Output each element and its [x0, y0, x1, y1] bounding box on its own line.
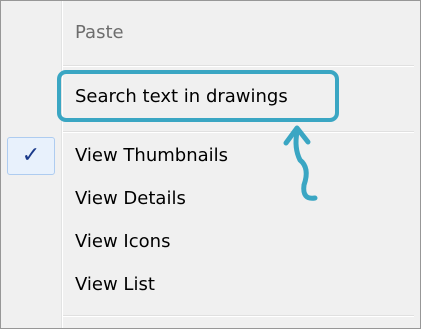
- menu-separator-highlight: [63, 66, 414, 67]
- menu-item-view-details[interactable]: View Details: [75, 181, 186, 217]
- menu-item-view-list[interactable]: View List: [75, 267, 155, 303]
- highlight-callout: [57, 70, 339, 122]
- context-menu: Paste Search text in drawings ✓ View Thu…: [0, 0, 421, 329]
- menu-separator-highlight: [63, 316, 414, 317]
- menu-item-view-thumbnails[interactable]: View Thumbnails: [75, 138, 228, 174]
- menu-item-view-icons[interactable]: View Icons: [75, 224, 170, 260]
- menu-item-paste[interactable]: Paste: [75, 15, 124, 51]
- checkmark-icon: ✓: [21, 143, 41, 168]
- menu-separator-highlight: [63, 132, 414, 133]
- checked-indicator: ✓: [7, 137, 55, 175]
- gutter-divider-highlight: [62, 1, 63, 328]
